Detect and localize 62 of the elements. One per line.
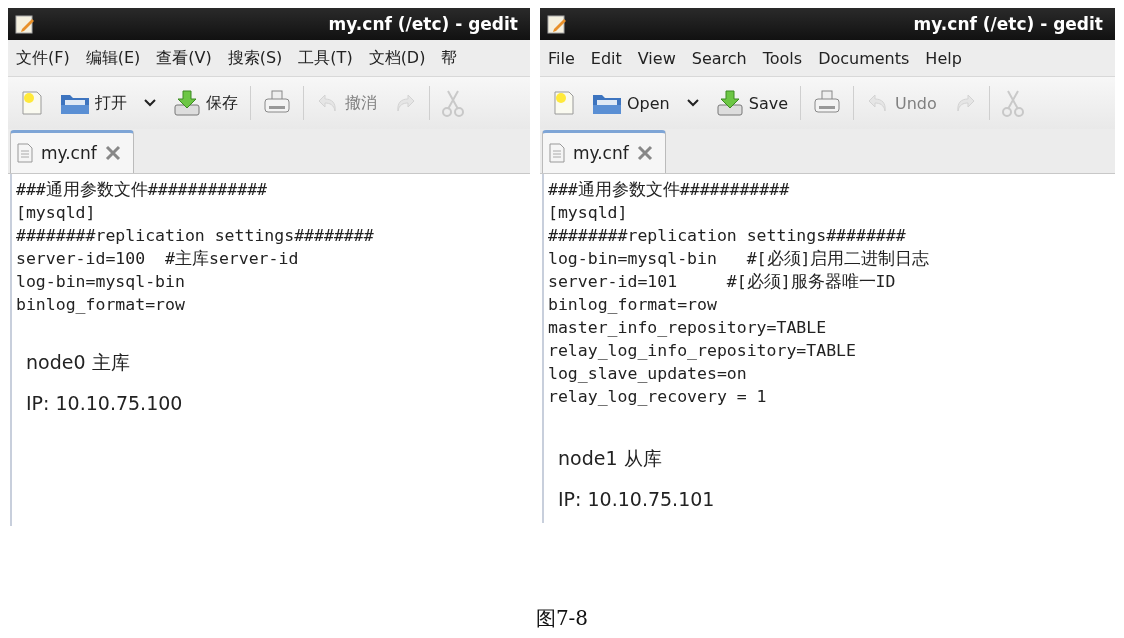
open-button[interactable]: 打开 — [56, 89, 131, 117]
close-icon[interactable] — [104, 145, 121, 161]
caret-icon — [685, 98, 700, 108]
window-title: my.cnf (/etc) - gedit — [913, 14, 1103, 34]
new-document-icon — [20, 90, 44, 116]
open-button[interactable]: Open — [588, 89, 674, 117]
text-editor[interactable]: ###通用参数文件############ [mysqld] ########replication settings######## server-id=100 #主库server-id log-bin=mysql-bin binlog_format=row — [12, 174, 530, 320]
save-button[interactable]: 保存 — [169, 87, 242, 119]
code-line: log-bin=mysql-bin #[必须]启用二进制日志 — [548, 248, 931, 270]
code-line: [mysqld] — [16, 202, 97, 224]
window-title: my.cnf (/etc) - gedit — [328, 14, 518, 34]
document-icon — [17, 143, 33, 163]
menu-item[interactable]: 编辑(E) — [85, 47, 141, 69]
code-line: binlog_format=row — [16, 294, 186, 316]
save-icon — [173, 89, 201, 117]
notepad-icon — [546, 13, 568, 35]
code-line: ###通用参数文件########### — [548, 179, 791, 201]
new-document-icon — [552, 90, 576, 116]
code-line: [mysqld] — [548, 202, 629, 224]
document-tab[interactable]: my.cnf — [10, 130, 134, 173]
code-line: ########replication settings######## — [548, 225, 907, 247]
menu-item[interactable]: Search — [691, 48, 747, 68]
menu-item[interactable]: Edit — [590, 48, 622, 68]
menu-item[interactable]: Help — [925, 48, 962, 68]
node-note: node0 主库 — [26, 350, 131, 375]
printer-icon — [263, 90, 291, 116]
document-icon — [549, 143, 565, 163]
code-line: relay_log_recovery = 1 — [548, 386, 768, 408]
node-note: IP: 10.10.75.100 — [26, 392, 184, 414]
save-icon — [715, 89, 744, 117]
scissors-icon — [442, 89, 464, 117]
code-line: ########replication settings######## — [16, 225, 375, 247]
save-button[interactable]: Save — [711, 87, 792, 119]
menu-item[interactable]: Tools — [762, 48, 803, 68]
printer-icon — [813, 90, 841, 116]
figure-caption: 图7-8 — [535, 605, 589, 632]
code-line: server-id=101 #[必须]服务器唯一ID — [548, 271, 897, 293]
menu-item[interactable]: 搜索(S) — [227, 47, 283, 69]
document-tab[interactable]: my.cnf — [542, 130, 666, 173]
notepad-icon — [14, 13, 36, 35]
tab-label: my.cnf — [573, 143, 629, 163]
code-line: relay_log_info_repository=TABLE — [548, 340, 857, 362]
menu-item[interactable]: 工具(T) — [298, 47, 353, 69]
menu-item[interactable]: 查看(V) — [156, 47, 212, 69]
menu-item[interactable]: Documents — [818, 48, 910, 68]
code-line: log_slave_updates=on — [548, 363, 748, 385]
tab-label: my.cnf — [41, 143, 97, 163]
code-line: server-id=100 #主库server-id — [16, 248, 300, 270]
menu-item[interactable]: 文件(F) — [16, 47, 70, 69]
menu-item[interactable]: View — [637, 48, 676, 68]
code-line: binlog_format=row — [548, 294, 718, 316]
menu-item[interactable]: File — [548, 48, 575, 68]
menu-item[interactable]: 文档(D) — [368, 47, 426, 69]
code-line: master_info_repository=TABLE — [548, 317, 828, 339]
node-note: IP: 10.10.75.101 — [558, 488, 716, 510]
code-line: log-bin=mysql-bin — [16, 271, 186, 293]
close-icon[interactable] — [636, 145, 653, 161]
caret-icon — [143, 98, 157, 108]
node-note: node1 从库 — [558, 446, 663, 471]
menu-item[interactable]: 帮 — [441, 47, 458, 69]
code-line: ###通用参数文件############ — [16, 179, 268, 201]
scissors-icon — [1001, 89, 1024, 117]
